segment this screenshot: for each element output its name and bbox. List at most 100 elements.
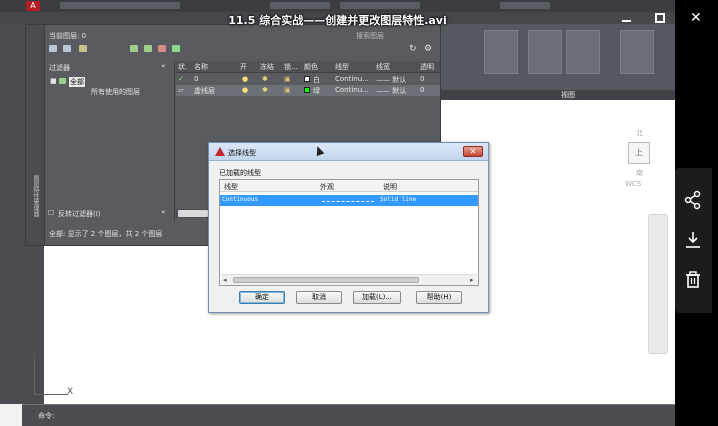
col-transparency[interactable]: 透明 — [420, 62, 434, 72]
close-window-icon[interactable]: ✕ — [690, 10, 702, 26]
dialog-title: 选择线型 — [228, 149, 256, 157]
layer-transparency[interactable]: 0 — [420, 75, 424, 83]
delete-layer-icon[interactable] — [158, 45, 166, 52]
layer-color-swatch[interactable] — [304, 87, 310, 93]
viewcube-north[interactable]: 北 — [636, 128, 643, 138]
layer-name[interactable]: 0 — [194, 75, 198, 83]
filter-all-icon — [59, 78, 66, 84]
loaded-linetypes-label: 已加载的线型 — [219, 169, 261, 177]
col-description[interactable]: 说明 — [383, 182, 397, 192]
linetype-appearance-preview — [322, 201, 374, 202]
col-appearance[interactable]: 外观 — [320, 182, 334, 192]
collapse-filters-bottom-icon[interactable]: « — [161, 208, 165, 216]
layer-color-swatch[interactable] — [304, 76, 310, 82]
search-box[interactable] — [340, 2, 420, 9]
filter-used-layers-item[interactable]: 所有使用的图层 — [91, 87, 140, 97]
delete-trash-icon[interactable] — [683, 270, 703, 290]
col-lock[interactable]: 锁... — [284, 62, 298, 72]
collapse-filters-icon[interactable]: « — [161, 62, 165, 70]
filter-all-item[interactable]: 全部 — [69, 77, 85, 87]
palette-side-bar[interactable]: 图层特性管理器 — [26, 25, 45, 245]
layer-status-text: 全部: 显示了 2 个图层，共 2 个图层 — [49, 230, 163, 238]
player-side-toolbar — [675, 168, 712, 313]
scrollbar-thumb[interactable] — [178, 210, 208, 217]
refresh-icon[interactable]: ↻ — [409, 44, 417, 54]
ucs-icon: Y X — [29, 350, 89, 400]
layer-color-name[interactable]: 绿 — [313, 86, 320, 96]
layer-name[interactable]: 虚线层 — [194, 86, 215, 96]
layer-transparency[interactable]: 0 — [420, 86, 424, 94]
layer-lineweight[interactable]: —— 默认 — [376, 75, 406, 85]
download-icon[interactable] — [683, 230, 703, 250]
viewcube-top-face[interactable]: 上 — [628, 142, 650, 164]
close-icon[interactable]: ✕ — [463, 146, 483, 157]
col-lineweight[interactable]: 线宽 — [376, 62, 390, 72]
layer-lineweight[interactable]: —— 默认 — [376, 86, 406, 96]
col-freeze[interactable]: 冻结 — [260, 62, 274, 72]
acad-titlebar: A — [0, 0, 675, 12]
layer-linetype[interactable]: Continu... — [335, 75, 369, 83]
layer-states-icon[interactable] — [79, 45, 87, 52]
load-button[interactable]: 加载(L)... — [353, 291, 401, 304]
layer-thaw-sun-icon[interactable]: ✱ — [262, 86, 268, 94]
layer-unlock-icon[interactable]: ▣ — [284, 75, 291, 83]
command-line[interactable]: 命令: — [22, 404, 675, 426]
layer-on-bulb-icon[interactable]: ● — [242, 86, 248, 94]
viewcube-south[interactable]: 南 — [636, 168, 643, 178]
autocad-logo-icon[interactable]: A — [26, 1, 40, 11]
cancel-button[interactable]: 取消 — [296, 291, 342, 304]
col-color[interactable]: 颜色 — [304, 62, 318, 72]
drawing-name-tab[interactable] — [270, 2, 330, 9]
ribbon-view-label[interactable]: 视图 — [561, 90, 575, 100]
set-current-icon[interactable] — [172, 45, 180, 52]
scrollbar-thumb[interactable] — [233, 277, 419, 283]
col-on[interactable]: 开 — [240, 62, 247, 72]
col-status[interactable]: 状. — [178, 62, 187, 72]
ribbon-button[interactable] — [620, 30, 654, 74]
layer-linetype[interactable]: Continu... — [335, 86, 369, 94]
layer-color-name[interactable]: 白 — [313, 75, 320, 85]
layer-row[interactable]: ▱ 虚线层 ● ✱ ▣ 绿 Continu... —— 默认 0 — [176, 85, 440, 96]
invert-filter-checkbox[interactable]: ☐ — [48, 209, 54, 217]
maximize-icon[interactable] — [655, 13, 665, 23]
wcs-menu[interactable]: WCS — [625, 180, 641, 188]
settings-gear-icon[interactable]: ⚙ — [424, 44, 432, 54]
layer-search-box[interactable]: 搜索图层 — [356, 31, 384, 41]
new-filter-icon[interactable] — [49, 45, 57, 52]
ribbon-panel — [440, 24, 675, 100]
share-icon[interactable] — [683, 190, 703, 210]
new-layer-icon[interactable] — [130, 45, 138, 52]
filter-tree-panel: 过滤器 « ■ 全部 所有使用的图层 ☐ 反转过滤器(I) « — [45, 61, 175, 221]
dialog-titlebar[interactable]: 选择线型 ✕ — [209, 143, 488, 161]
layer-row[interactable]: ✓ 0 ● ✱ ▣ 白 Continu... —— 默认 0 — [176, 74, 440, 85]
sign-in[interactable] — [500, 2, 550, 9]
layer-thaw-sun-icon[interactable]: ✱ — [262, 75, 268, 83]
tree-expand-icon[interactable]: ■ — [50, 77, 57, 85]
layer-status-icon: ▱ — [178, 86, 184, 94]
layer-grid-header: 状. 名称 开 冻结 锁... 颜色 线型 线宽 透明 — [176, 61, 440, 73]
layer-unlock-icon[interactable]: ▣ — [284, 86, 291, 94]
linetype-list-header: 线型 外观 说明 — [220, 180, 478, 192]
layer-on-bulb-icon[interactable]: ● — [242, 75, 248, 83]
navigation-bar[interactable] — [648, 214, 668, 354]
col-name[interactable]: 名称 — [194, 62, 208, 72]
minimize-icon[interactable] — [622, 20, 631, 22]
col-linetype[interactable]: 线型 — [335, 62, 349, 72]
scroll-left-icon[interactable]: ◂ — [223, 276, 227, 284]
ok-button[interactable]: 确定 — [239, 291, 285, 304]
autocad-app-icon — [215, 147, 225, 156]
ribbon-button[interactable] — [528, 30, 562, 74]
quick-access-toolbar[interactable] — [60, 2, 180, 9]
scroll-right-icon[interactable]: ▸ — [470, 276, 474, 284]
new-vp-layer-icon[interactable] — [144, 45, 152, 52]
linetype-row-selected[interactable]: Continuous Solid line — [220, 195, 478, 206]
group-filter-icon[interactable] — [63, 45, 71, 52]
viewcube[interactable]: 北 上 南 WCS — [611, 128, 669, 188]
help-button[interactable]: 帮助(H) — [416, 291, 462, 304]
col-linetype[interactable]: 线型 — [224, 182, 238, 192]
ribbon-button[interactable] — [566, 30, 600, 74]
current-layer-check-icon: ✓ — [178, 75, 184, 83]
ribbon-button[interactable] — [484, 30, 518, 74]
linetype-list-scrollbar[interactable]: ◂ ▸ — [221, 274, 477, 285]
linetype-list[interactable]: 线型 外观 说明 Continuous Solid line ◂ ▸ — [219, 179, 479, 286]
